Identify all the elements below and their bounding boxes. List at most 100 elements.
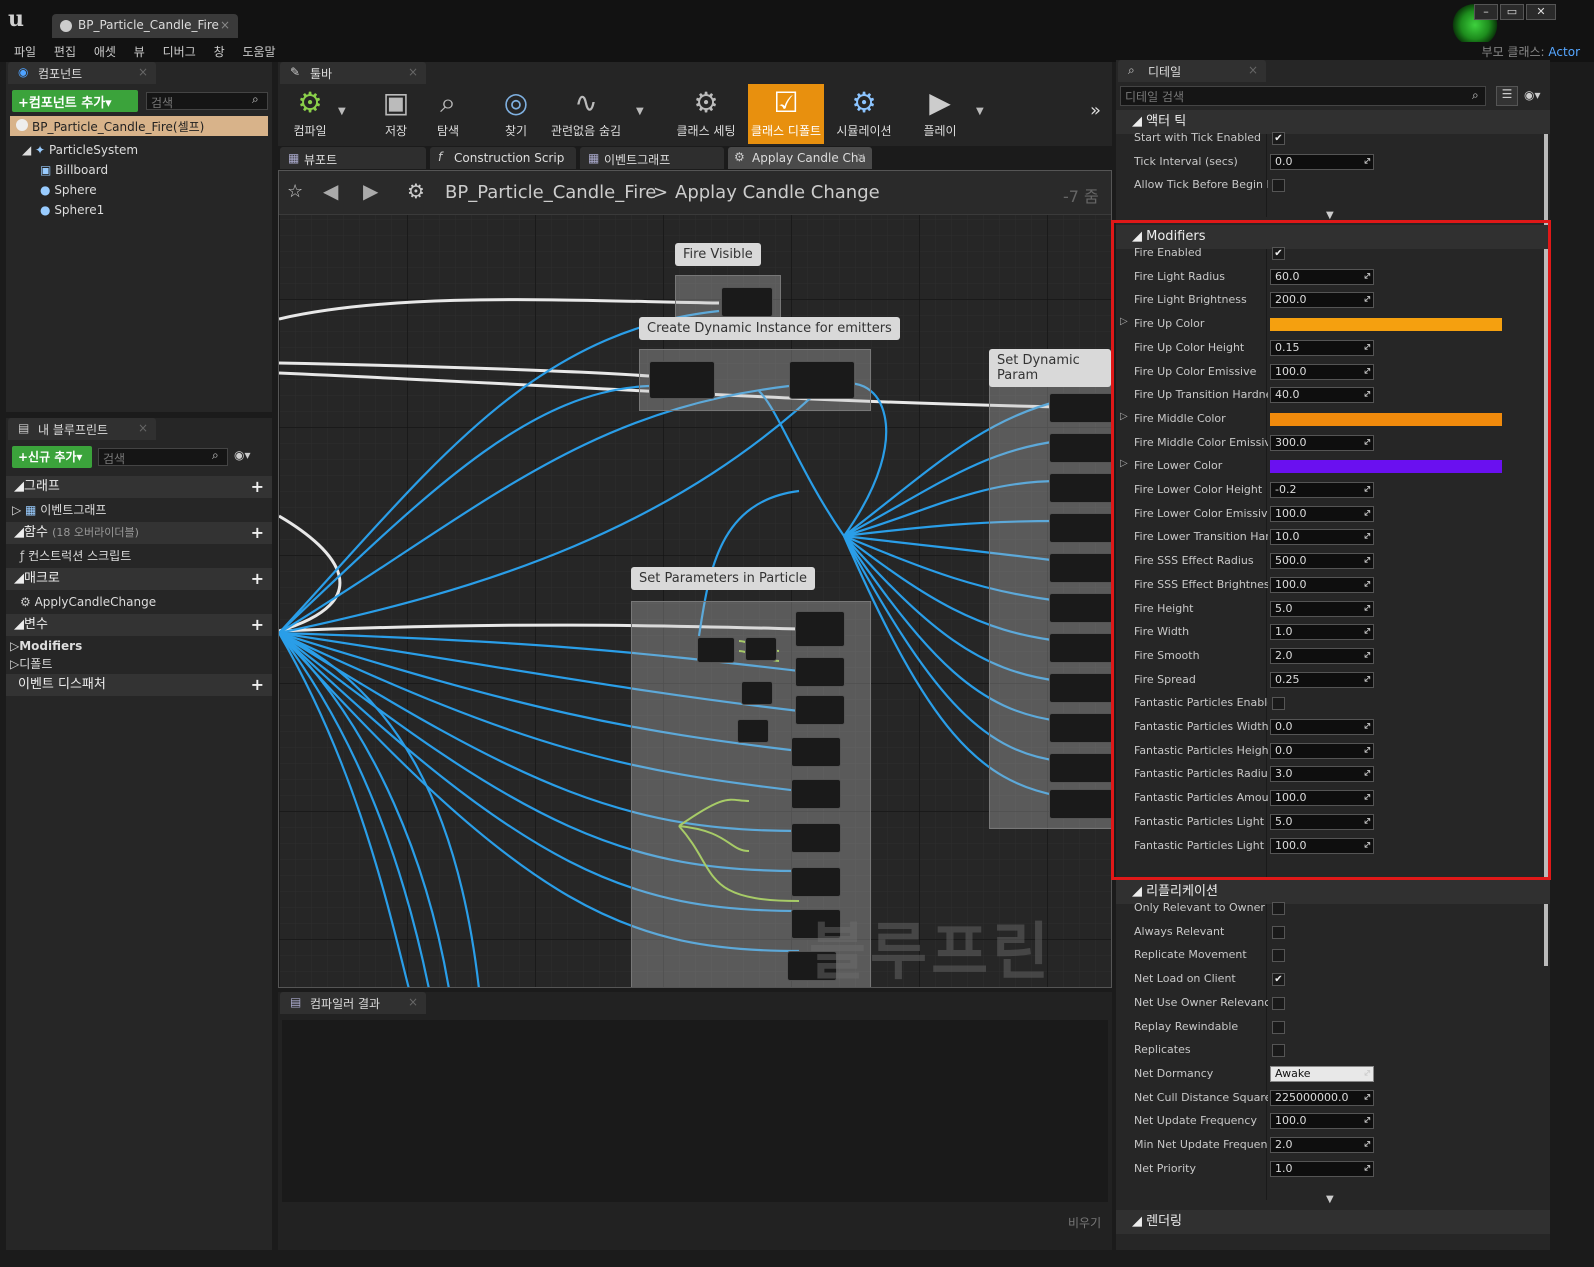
menu-edit[interactable]: 편집 [54, 42, 76, 62]
minimize-button[interactable]: – [1474, 4, 1498, 20]
add-new-button[interactable]: +신규 추가▾ [12, 446, 92, 468]
property-checkbox[interactable] [1272, 925, 1285, 939]
variable-category-modifiers[interactable]: ▷Modifiers [10, 636, 82, 656]
property-checkbox[interactable]: ✔ [1272, 132, 1285, 145]
list-view-icon[interactable]: ☰ [1496, 86, 1518, 106]
breadcrumb-leaf[interactable]: Applay Candle Change [675, 182, 880, 203]
compiler-results-tab[interactable]: ▤ 컴파일러 결과 × [280, 992, 426, 1014]
tree-item-sphere1[interactable]: ● Sphere1 [40, 200, 104, 220]
node-set-vector-parameter[interactable] [795, 657, 845, 687]
comment-title[interactable]: Set Dynamic Param [989, 349, 1111, 387]
menu-debug[interactable]: 디버그 [163, 42, 196, 62]
parent-class-link[interactable]: Actor [1548, 45, 1580, 59]
node-make-vector[interactable] [737, 719, 769, 743]
add-graph-icon[interactable]: + [251, 476, 264, 498]
maximize-button[interactable]: ▭ [1500, 4, 1524, 20]
node-set-parameter[interactable] [1049, 633, 1111, 663]
clear-button[interactable]: 비우기 [1068, 1214, 1101, 1231]
node-create-dynamic-instance[interactable] [649, 361, 715, 399]
add-function-icon[interactable]: + [251, 522, 264, 544]
property-checkbox[interactable] [1272, 179, 1285, 193]
node-set-parameter[interactable] [1049, 789, 1111, 819]
play-button[interactable]: ▶ 플레이 [912, 84, 968, 144]
save-button[interactable]: ▣ 저장 [368, 84, 424, 144]
property-number-field[interactable]: 100.0 [1270, 1113, 1374, 1130]
eye-icon[interactable]: ◉▾ [1524, 88, 1541, 102]
node-set-parameter[interactable] [1049, 753, 1111, 783]
node-create-dynamic-instance[interactable] [789, 361, 855, 399]
hide-unrelated-button[interactable]: ∿ 관련없음 숨김 [548, 84, 624, 144]
close-button[interactable]: ✕ [1526, 4, 1556, 20]
browse-button[interactable]: ⌕ 탐색 [420, 84, 476, 144]
section-functions[interactable]: ◢함수 (18 오버라이더블) + [6, 522, 272, 544]
tab-event-graph[interactable]: ▦ 이벤트그래프 [580, 147, 724, 169]
components-tab[interactable]: ◉ 컴포넌트 × [8, 62, 156, 84]
close-tab-icon[interactable]: × [408, 995, 418, 1009]
property-checkbox[interactable] [1272, 949, 1285, 963]
node-set-float-parameter[interactable] [791, 823, 841, 853]
property-checkbox[interactable] [1272, 996, 1285, 1010]
node-set-vector-parameter[interactable] [795, 695, 845, 725]
comment-title[interactable]: Fire Visible [675, 243, 761, 266]
details-tab[interactable]: ⌕ 디테일 × [1118, 60, 1266, 82]
property-number-field[interactable]: 225000000.0 [1270, 1089, 1374, 1106]
node-make-vector[interactable] [741, 681, 773, 705]
node-set-float-parameter[interactable] [791, 779, 841, 809]
find-button[interactable]: ◎ 찾기 [488, 84, 544, 144]
add-component-button[interactable]: +컴포넌트 추가▾ [12, 90, 138, 112]
component-root-row[interactable]: BP_Particle_Candle_Fire(셀프) [10, 116, 268, 136]
node-set-parameter[interactable] [1049, 713, 1111, 743]
node-set-vector-parameter[interactable] [795, 611, 845, 647]
property-checkbox[interactable] [1272, 1044, 1285, 1058]
forward-arrow-icon[interactable]: ▶ [363, 179, 378, 203]
node-set-float-parameter[interactable] [791, 737, 841, 767]
menu-asset[interactable]: 애셋 [94, 42, 116, 62]
blueprint-search-input[interactable]: 검색 [98, 448, 228, 466]
property-checkbox[interactable] [1272, 1020, 1285, 1034]
node-set-parameter[interactable] [1049, 553, 1111, 583]
node-make-vector[interactable] [697, 637, 735, 663]
add-variable-icon[interactable]: + [251, 614, 264, 636]
property-select[interactable]: Awake [1270, 1065, 1374, 1082]
add-dispatcher-icon[interactable]: + [251, 674, 264, 696]
property-checkbox[interactable]: ✔ [1272, 973, 1285, 987]
property-number-field[interactable]: 1.0 [1270, 1160, 1374, 1177]
node-set-parameter[interactable] [1049, 673, 1111, 703]
play-options-icon[interactable]: ▼ [976, 106, 984, 117]
compile-options-icon[interactable]: ▼ [338, 106, 346, 117]
close-tab-icon[interactable]: × [856, 150, 866, 164]
menu-file[interactable]: 파일 [14, 42, 36, 62]
eye-icon[interactable]: ◉▾ [234, 448, 251, 462]
graph-item-eventgraph[interactable]: ▷ ▦ 이벤트그래프 [12, 500, 106, 520]
toolbar-tab[interactable]: ✎ 툴바 × [280, 62, 426, 84]
property-checkbox[interactable] [1272, 902, 1285, 915]
node-set-visibility[interactable] [721, 287, 773, 317]
node-set-parameter[interactable] [1049, 593, 1111, 623]
compile-button[interactable]: ⚙ 컴파일 [282, 84, 338, 144]
property-number-field[interactable]: 2.0 [1270, 1137, 1374, 1153]
tree-item-sphere[interactable]: ● Sphere [40, 180, 97, 200]
menu-help[interactable]: 도움말 [242, 42, 275, 62]
section-macros[interactable]: ◢매크로 + [6, 568, 272, 590]
section-variables[interactable]: ◢변수 + [6, 614, 272, 636]
variable-category-default[interactable]: ▷디폴트 [10, 654, 52, 674]
tree-item-particlesystem[interactable]: ◢ ✦ ParticleSystem [22, 140, 138, 160]
close-tab-icon[interactable]: × [138, 421, 148, 435]
section-graph[interactable]: ◢그래프 + [6, 476, 272, 498]
node-set-parameter[interactable] [1049, 433, 1111, 463]
simulation-button[interactable]: ⚙ 시뮬레이션 [832, 84, 896, 144]
node-set-parameter[interactable] [1049, 473, 1111, 503]
hide-unrelated-options-icon[interactable]: ▼ [636, 106, 644, 117]
details-search-input[interactable]: 디테일 검색 [1120, 86, 1486, 106]
node-set-float-parameter[interactable] [791, 867, 841, 897]
section-rendering[interactable]: ◢ 렌더링 [1116, 1210, 1550, 1234]
node-set-parameter[interactable] [1049, 393, 1111, 423]
document-tab[interactable]: BP_Particle_Candle_Fire × [52, 14, 238, 38]
tab-applay-candle-change[interactable]: ⚙ Applay Candle Cha × [728, 147, 872, 169]
class-settings-button[interactable]: ⚙ 클래스 세팅 [672, 84, 740, 144]
close-tab-icon[interactable]: × [220, 18, 230, 32]
expand-advanced-icon[interactable]: ▼ [1326, 1194, 1334, 1205]
tab-construction-script[interactable]: f Construction Scrip [430, 147, 576, 169]
add-macro-icon[interactable]: + [251, 568, 264, 590]
menu-window[interactable]: 창 [214, 42, 225, 62]
